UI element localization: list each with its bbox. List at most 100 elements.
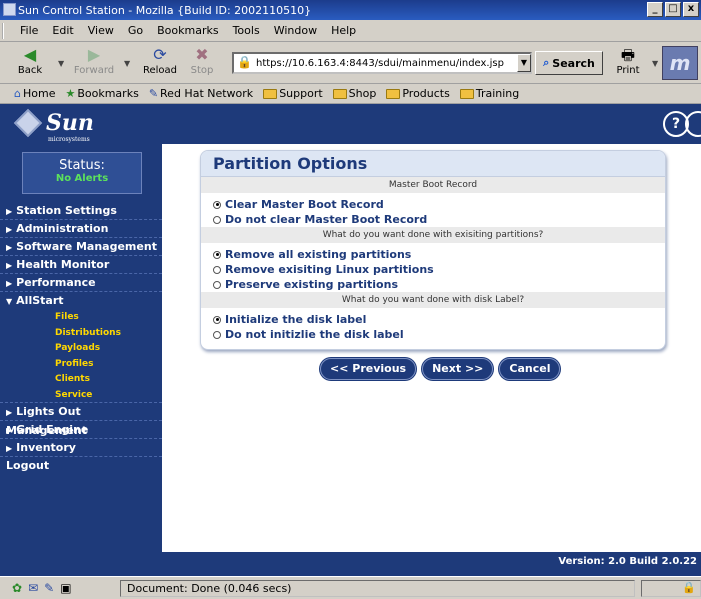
status-bar: ✿ ✉ ✎ ▣ Document: Done (0.046 secs) 🔒	[0, 576, 701, 599]
section-header-disk-label: What do you want done with disk Label?	[201, 292, 665, 308]
toolbar-grip[interactable]	[2, 23, 7, 39]
sidebar-subitem-service[interactable]: Service	[0, 388, 162, 403]
triangle-right-icon: ▶	[6, 408, 13, 417]
menu-file[interactable]: File	[20, 24, 38, 37]
radio-unselected-icon[interactable]	[213, 330, 221, 339]
next-button[interactable]: Next >>	[422, 358, 494, 380]
reload-button[interactable]: ⟳ Reload	[138, 45, 182, 81]
forward-dropdown-icon[interactable]: ▼	[124, 59, 130, 68]
secure-lock-icon: 🔒	[237, 55, 252, 69]
folder-icon	[263, 88, 278, 99]
print-button[interactable]: 🖶 Print	[610, 45, 646, 81]
triangle-right-icon: ▶	[6, 225, 13, 234]
pen-icon: ✎	[148, 87, 159, 100]
menu-bookmarks[interactable]: Bookmarks	[157, 24, 218, 37]
products-folder[interactable]: Products	[386, 87, 450, 100]
url-history-dropdown[interactable]: ▼	[517, 54, 531, 72]
training-folder[interactable]: Training	[459, 87, 519, 100]
support-folder[interactable]: Support	[263, 87, 323, 100]
version-label: Version: 2.0 Build 2.0.22	[558, 556, 697, 567]
composer-icon[interactable]: ✎	[44, 581, 54, 595]
radio-keep-mbr[interactable]: Do not clear Master Boot Record	[201, 212, 665, 227]
radio-preserve-partitions[interactable]: Preserve existing partitions	[201, 277, 665, 292]
sidebar-item-performance[interactable]: ▶ Performance	[0, 274, 162, 292]
menu-edit[interactable]: Edit	[52, 24, 73, 37]
menu-view[interactable]: View	[88, 24, 114, 37]
maximize-button[interactable]: □	[665, 2, 681, 17]
folder-icon	[332, 88, 347, 99]
sidebar-item-grid-engine[interactable]: ▶ Grid Engine	[0, 421, 162, 439]
radio-initialize-disk-label[interactable]: Initialize the disk label	[201, 312, 665, 327]
page-content: Sun microsystems ? Status: No Alerts ▶ St…	[0, 104, 701, 576]
sidebar-item-health-monitor[interactable]: ▶ Health Monitor	[0, 256, 162, 274]
sidebar-subitem-files[interactable]: Files	[0, 310, 162, 326]
section-header-partitions: What do you want done with exisiting par…	[201, 227, 665, 243]
close-button[interactable]: x	[683, 2, 699, 17]
printer-icon: 🖶	[620, 46, 636, 64]
sidebar-subitem-clients[interactable]: Clients	[0, 372, 162, 388]
menu-help[interactable]: Help	[331, 24, 356, 37]
mozilla-throbber-icon[interactable]: m	[662, 46, 698, 80]
radio-unselected-icon[interactable]	[213, 280, 221, 289]
window-controls: _ □ x	[647, 2, 699, 17]
search-button[interactable]: ⌕ Search	[535, 51, 603, 75]
radio-selected-icon[interactable]	[213, 200, 221, 209]
previous-button[interactable]: << Previous	[320, 358, 417, 380]
menu-window[interactable]: Window	[274, 24, 317, 37]
status-text: Document: Done (0.046 secs)	[120, 579, 635, 597]
cancel-button[interactable]: Cancel	[499, 358, 561, 380]
sidebar-subitem-profiles[interactable]: Profiles	[0, 357, 162, 373]
menu-tools[interactable]: Tools	[233, 24, 260, 37]
sidebar-item-inventory[interactable]: ▶ Inventory	[0, 439, 162, 457]
triangle-right-icon: ▶	[6, 444, 13, 453]
radio-remove-linux-partitions[interactable]: Remove exisiting Linux partitions	[201, 262, 665, 277]
sidebar-item-logout[interactable]: Logout	[0, 457, 162, 475]
info-icon[interactable]	[685, 111, 701, 137]
sidebar-item-administration[interactable]: ▶ Administration	[0, 220, 162, 238]
panel-title: Partition Options	[201, 151, 665, 177]
component-bar: ✿ ✉ ✎ ▣	[0, 581, 120, 595]
sidebar-subitem-distributions[interactable]: Distributions	[0, 326, 162, 342]
menu-go[interactable]: Go	[128, 24, 143, 37]
sidebar-subitem-payloads[interactable]: Payloads	[0, 341, 162, 357]
stop-icon: ✖	[195, 45, 209, 64]
back-button[interactable]: ◀ Back	[8, 45, 52, 81]
print-dropdown-icon[interactable]: ▼	[652, 59, 658, 68]
folder-icon	[386, 88, 401, 99]
radio-keep-disk-label[interactable]: Do not initizlie the disk label	[201, 327, 665, 342]
sidebar-item-station-settings[interactable]: ▶ Station Settings	[0, 202, 162, 220]
navigator-icon[interactable]: ✿	[12, 581, 22, 595]
security-indicator[interactable]: 🔒	[641, 579, 701, 597]
triangle-right-icon: ▶	[6, 279, 13, 288]
search-icon: ⌕	[543, 56, 550, 69]
back-dropdown-icon[interactable]: ▼	[58, 59, 64, 68]
status-box: Status: No Alerts	[22, 152, 142, 194]
stop-button[interactable]: ✖ Stop	[180, 45, 224, 81]
sidebar-item-allstart[interactable]: ▼ AllStart	[0, 292, 162, 310]
radio-unselected-icon[interactable]	[213, 215, 221, 224]
home-link[interactable]: ⌂ Home	[14, 87, 55, 100]
masthead: Sun microsystems ?	[0, 104, 701, 144]
window-title: Sun Control Station - Mozilla {Build ID:…	[18, 3, 312, 17]
bookmarks-link[interactable]: ★ Bookmarks	[65, 87, 138, 100]
address-book-icon[interactable]: ▣	[60, 581, 71, 595]
mail-icon[interactable]: ✉	[28, 581, 38, 595]
back-arrow-icon: ◀	[23, 45, 37, 64]
radio-selected-icon[interactable]	[213, 315, 221, 324]
forward-button[interactable]: ▶ Forward	[72, 45, 116, 81]
secure-lock-icon: 🔒	[682, 580, 696, 594]
shop-folder[interactable]: Shop	[332, 87, 376, 100]
sidebar-item-software-management[interactable]: ▶ Software Management	[0, 238, 162, 256]
radio-clear-mbr[interactable]: Clear Master Boot Record	[201, 197, 665, 212]
sun-logo[interactable]: Sun microsystems	[13, 108, 94, 143]
url-bar[interactable]: 🔒 https://10.6.163.4:8443/sdui/mainmenu/…	[232, 52, 532, 74]
sidebar-item-lights-out-management[interactable]: ▶ Lights Out Management	[0, 403, 162, 437]
window-titlebar: Sun Control Station - Mozilla {Build ID:…	[0, 0, 701, 20]
radio-unselected-icon[interactable]	[213, 265, 221, 274]
red-hat-network-link[interactable]: ✎ Red Hat Network	[149, 87, 253, 100]
sidebar: Status: No Alerts ▶ Station Settings ▶ Adm…	[0, 144, 162, 576]
radio-remove-all-partitions[interactable]: Remove all existing partitions	[201, 247, 665, 262]
radio-selected-icon[interactable]	[213, 250, 221, 259]
menu-bar: File Edit View Go Bookmarks Tools Window…	[0, 20, 701, 42]
minimize-button[interactable]: _	[647, 2, 663, 17]
